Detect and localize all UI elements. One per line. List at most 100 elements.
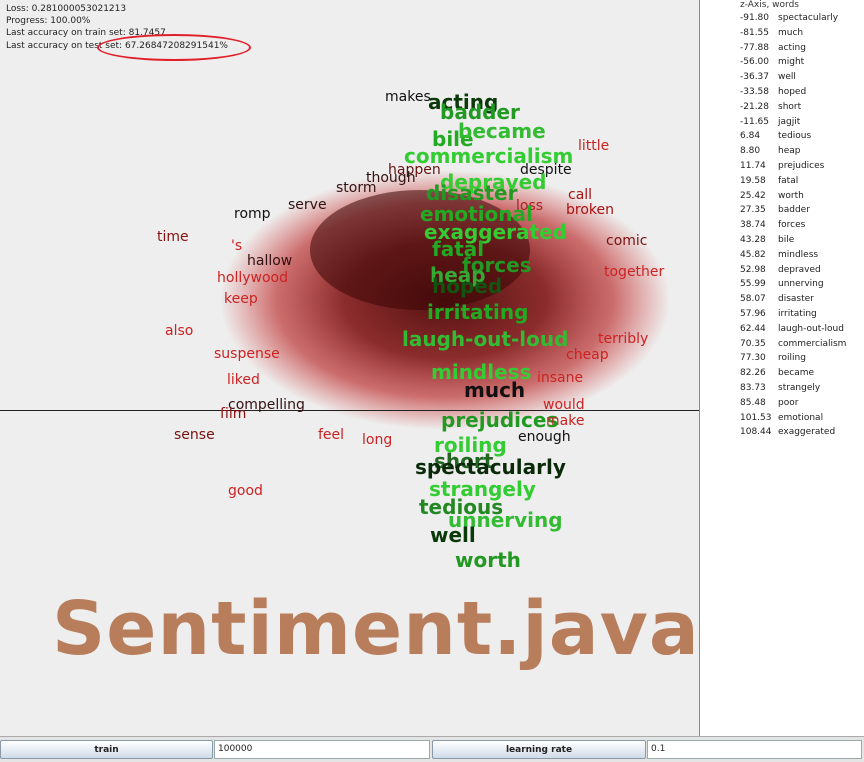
word-label: make	[546, 413, 585, 429]
z-axis-row: 45.82 mindless	[740, 250, 818, 260]
watermark-title: Sentiment.java	[52, 586, 699, 672]
z-value: 58.07	[740, 294, 766, 305]
word-label: film	[220, 406, 247, 422]
z-word: poor	[778, 397, 799, 408]
word-label: romp	[234, 206, 271, 222]
z-word: acting	[778, 42, 806, 53]
z-axis-row: 52.98 depraved	[740, 265, 821, 275]
z-value: 70.35	[740, 338, 766, 349]
z-value: 43.28	[740, 235, 766, 245]
word-label: 's	[231, 238, 243, 254]
word-label: storm	[336, 180, 377, 196]
embedding-plot[interactable]: Loss: 0.281000053021213 Progress: 100.00…	[0, 0, 699, 736]
z-axis-word-list: z-Axis, words -91.80 spectacularly -81.55 m…	[700, 0, 864, 736]
z-axis-row: 101.53 emotional	[740, 413, 823, 423]
word-label: serve	[288, 197, 327, 213]
word-label: feel	[318, 427, 345, 443]
z-axis-row: 83.73 strangely	[740, 383, 820, 393]
word-label: hallow	[247, 253, 293, 269]
z-axis-row: 25.42 worth	[740, 191, 804, 201]
z-value: 82.26	[740, 368, 766, 379]
z-value: 77.30	[740, 353, 766, 364]
word-label: laugh-out-loud	[402, 327, 569, 351]
z-word: commercialism	[778, 338, 847, 349]
control-bar: train 100000 learning rate 0.1	[0, 736, 864, 762]
z-axis-row: 62.44 laugh-out-loud	[740, 324, 844, 334]
z-value: 45.82	[740, 249, 766, 260]
z-word: might	[778, 57, 805, 68]
word-label: liked	[227, 372, 260, 388]
z-value: -36.37	[740, 72, 770, 83]
z-axis-row: 38.74 forces	[740, 220, 805, 230]
z-word: much	[778, 27, 804, 38]
z-axis-row: 19.58 fatal	[740, 176, 798, 186]
word-label: prejudices	[441, 408, 559, 432]
z-word: tedious	[778, 131, 812, 142]
word-label: time	[157, 229, 189, 245]
z-word: forces	[778, 220, 806, 231]
word-label: much	[464, 378, 526, 402]
z-word: exaggerated	[778, 427, 836, 438]
z-word: disaster	[778, 294, 814, 305]
word-label: makes	[385, 89, 431, 105]
z-value: 19.58	[740, 175, 766, 186]
z-value: -33.58	[740, 87, 770, 97]
z-axis-row: -21.28 short	[740, 102, 801, 112]
word-label: worth	[455, 548, 521, 572]
z-word: became	[778, 368, 815, 379]
z-axis-row: 58.07 disaster	[740, 294, 814, 304]
word-label: keep	[224, 291, 258, 307]
z-axis-row: 6.84 tedious	[740, 131, 811, 141]
z-value: 27.35	[740, 205, 766, 216]
z-value: 83.73	[740, 383, 766, 393]
z-value: -81.55	[740, 27, 770, 38]
z-value: 55.99	[740, 279, 766, 290]
z-word: emotional	[778, 412, 824, 423]
word-label: sense	[174, 427, 215, 443]
z-value: -91.80	[740, 13, 770, 23]
z-word: heap	[778, 146, 801, 157]
word-label: hoped	[432, 274, 503, 298]
iterations-field[interactable]: 100000	[214, 740, 430, 759]
z-axis-row: 8.80 heap	[740, 146, 800, 156]
z-axis-row: -11.65 jagjit	[740, 117, 800, 127]
z-value: 52.98	[740, 264, 766, 275]
z-value: -21.28	[740, 101, 770, 112]
z-word: short	[778, 101, 802, 112]
word-label: spectacularly	[415, 455, 566, 479]
learning-rate-field[interactable]: 0.1	[647, 740, 862, 759]
z-axis-row: -91.80 spectacularly	[740, 13, 838, 23]
z-axis-row: 27.35 badder	[740, 205, 810, 215]
word-label: together	[604, 264, 665, 280]
word-label: call	[568, 187, 593, 203]
z-axis-row: 70.35 commercialism	[740, 339, 846, 349]
word-label: irritating	[427, 300, 529, 324]
word-label: cheap	[566, 347, 609, 363]
z-word: laugh-out-loud	[778, 323, 844, 334]
z-value: 25.42	[740, 190, 766, 201]
z-value: -11.65	[740, 116, 770, 127]
horizontal-axis-line	[0, 410, 699, 411]
z-axis-row: 43.28 bile	[740, 235, 794, 245]
z-word: fatal	[778, 175, 799, 186]
z-word: roiling	[778, 353, 806, 364]
train-button[interactable]: train	[0, 740, 213, 759]
z-axis-row: 11.74 prejudices	[740, 161, 824, 171]
z-value: -77.88	[740, 42, 770, 53]
word-label: terribly	[598, 331, 649, 347]
z-axis-row: 108.44 exaggerated	[740, 427, 835, 437]
z-axis-row: 82.26 became	[740, 368, 814, 378]
z-axis-row: 77.30 roiling	[740, 353, 806, 363]
z-value: 101.53	[740, 412, 772, 423]
learning-rate-button[interactable]: learning rate	[432, 740, 646, 759]
word-label: enough	[518, 429, 571, 445]
z-word: irritating	[778, 309, 817, 319]
word-label: insane	[537, 370, 584, 386]
z-axis-row: -81.55 much	[740, 28, 803, 38]
word-label: comic	[606, 233, 648, 249]
z-value: 38.74	[740, 220, 766, 231]
z-axis-row: -33.58 hoped	[740, 87, 806, 97]
word-label: little	[578, 138, 610, 154]
z-value: -56.00	[740, 57, 770, 68]
word-label: hollywood	[217, 270, 288, 286]
